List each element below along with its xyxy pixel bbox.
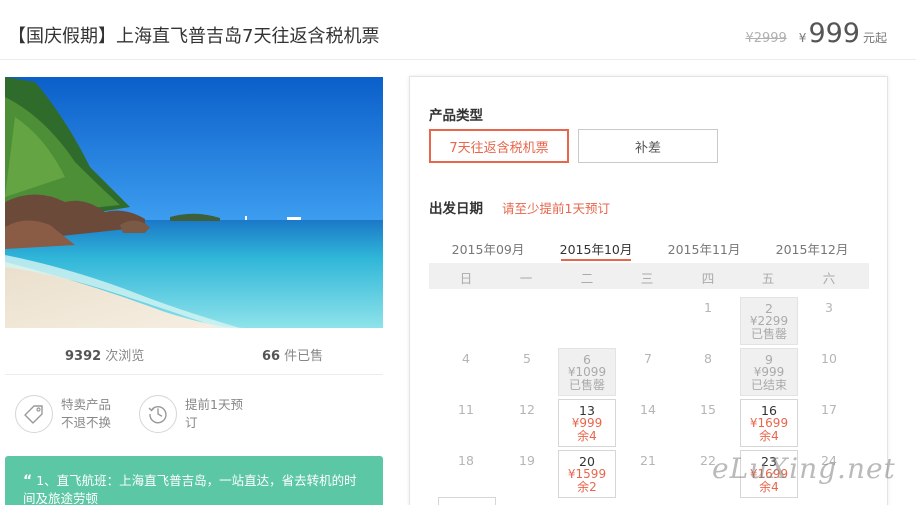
calendar-day-14: 14 [619,399,677,447]
type-option-supplement[interactable]: 补差 [578,129,718,163]
feature-no-refund: 特卖产品 不退不换 [15,395,123,433]
price-suffix: 元起 [862,31,887,45]
weekday-sun: 日 [459,271,473,286]
calendar-day-21: 21 [619,450,677,498]
day-number: 20 [579,454,595,469]
tab-month-2015-09[interactable]: 2015年09月 [443,239,533,258]
page-title: 【国庆假期】上海直飞普吉岛7天往返含税机票 [8,26,380,47]
day-status: 余4 [577,429,597,443]
day-number: 15 [700,402,716,417]
day-number: 10 [821,351,837,366]
weekday-sat: 六 [822,271,836,286]
feature-text: 提前1天预订 [185,397,243,430]
calendar-day-20[interactable]: 20 ¥1599 余2 [558,450,616,498]
feature-text: 特卖产品 不退不换 [61,397,112,430]
currency-symbol: ¥ [798,31,807,45]
day-number: 7 [644,351,652,366]
calendar-day-8: 8 [679,348,737,396]
weekday-wed: 三 [640,271,654,286]
calendar-day-10: 10 [800,348,858,396]
day-status: 已售罄 [568,378,605,392]
calendar-day-1: 1 [679,297,737,345]
type-option-roundtrip-ticket[interactable]: 7天往返含税机票 [429,129,569,163]
calendar-day-9: 9 ¥999 已结束 [740,348,798,396]
calendar-day-15: 15 [679,399,737,447]
calendar-day-6: 6 ¥1099 已售罄 [558,348,616,396]
tag-icon [15,395,53,433]
day-number: 12 [519,402,535,417]
day-number: 19 [519,453,535,468]
weekday-mon: 一 [519,271,533,286]
description-box: “1、直飞航班：上海直飞普吉岛，一站直达，省去转机的时间及旅途劳顿 [5,456,383,505]
day-number: 8 [704,351,712,366]
tab-month-2015-11[interactable]: 2015年11月 [659,239,749,258]
day-status: 已售罄 [750,327,787,341]
current-price: 999 [808,18,860,49]
day-number: 16 [761,403,777,418]
calendar-day-5: 5 [498,348,556,396]
day-status: 余2 [577,480,597,494]
day-number: 14 [640,402,656,417]
sold-count: 66 件已售 [262,349,324,364]
page-header: 【国庆假期】上海直飞普吉岛7天往返含税机票 ¥2999 ¥ 999 元起 [0,0,916,60]
product-type-label: 产品类型 [429,108,483,124]
calendar-day-4: 4 [437,348,495,396]
calendar-day-2: 2 ¥2299 已售罄 [740,297,798,345]
day-status: 已结束 [750,378,787,392]
day-status: 余4 [759,429,779,443]
booking-panel: 产品类型 7天往返含税机票 补差 出发日期 请至少提前1天预订 2015年09月… [409,76,888,505]
day-number: 5 [523,351,531,366]
product-stats: 9392 次浏览 66 件已售 [5,335,383,375]
clock-icon [139,395,177,433]
quote-icon: “ [23,473,33,489]
weekday-header: 日 一 二 三 四 五 六 [429,263,869,289]
original-price: ¥2999 [745,31,787,46]
watermark-text: eLuXing.net [712,452,896,485]
tab-month-2015-10[interactable]: 2015年10月 [551,239,641,261]
product-photo[interactable] [5,77,383,328]
day-number: 6 [583,352,591,367]
day-number: 3 [825,300,833,315]
weekday-thu: 四 [701,271,715,286]
calendar-day-11: 11 [437,399,495,447]
calendar-day-18: 18 [437,450,495,498]
calendar-day-16[interactable]: 16 ¥1699 余4 [740,399,798,447]
price-block: ¥2999 ¥ 999 元起 [745,18,887,49]
month-tabs: 2015年09月 2015年10月 2015年11月 2015年12月 [429,235,869,261]
views-count: 9392 次浏览 [65,349,145,364]
day-number: 21 [640,453,656,468]
booking-tip: 请至少提前1天预订 [502,201,610,216]
calendar-day-3: 3 [800,297,858,345]
day-number: 11 [458,402,474,417]
calendar-day-19: 19 [498,450,556,498]
calendar-day-17: 17 [800,399,858,447]
departure-date-label: 出发日期 [429,201,483,217]
weekday-fri: 五 [761,271,775,286]
day-number: 17 [821,402,837,417]
calendar-day-7: 7 [619,348,677,396]
day-number: 4 [462,351,470,366]
day-number: 18 [458,453,474,468]
calendar-day-12: 12 [498,399,556,447]
calendar-day-13[interactable]: 13 ¥999 余4 [558,399,616,447]
day-number: 13 [579,403,595,418]
beach-photo-image [5,77,383,328]
day-number: 1 [704,300,712,315]
day-number: 2 [765,301,773,316]
feature-advance-booking: 提前1天预订 [139,395,245,433]
tab-month-2015-12[interactable]: 2015年12月 [767,239,857,258]
weekday-tue: 二 [580,271,594,286]
day-number: 9 [765,352,773,367]
partial-button [438,497,496,505]
description-text: 1、直飞航班：上海直飞普吉岛，一站直达，省去转机的时间及旅途劳顿 [23,473,357,505]
